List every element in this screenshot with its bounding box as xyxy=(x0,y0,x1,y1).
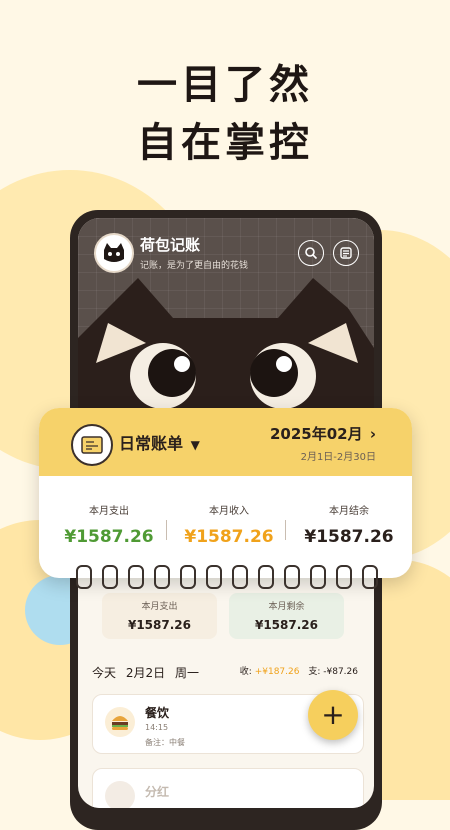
entry-category: 餐饮 xyxy=(145,706,170,720)
binder-ring xyxy=(362,565,378,589)
binder-ring xyxy=(128,565,144,589)
entry-time: 14:15 xyxy=(145,723,169,732)
today-income: +¥187.26 xyxy=(254,667,300,677)
category-icon xyxy=(105,781,135,808)
binder-ring xyxy=(206,565,222,589)
entry-category: 分红 xyxy=(145,785,170,799)
add-entry-button[interactable]: + xyxy=(308,690,358,740)
today-row: 今天 2月2日 周一 收: +¥187.26 支: -¥87.26 xyxy=(92,666,358,680)
caret-down-icon: ▼ xyxy=(190,438,200,452)
entry-note: 中餐 xyxy=(169,738,185,747)
binder-ring xyxy=(258,565,274,589)
today-weekday: 周一 xyxy=(174,666,199,680)
list-button[interactable] xyxy=(333,240,359,266)
today-date: 2月2日 xyxy=(125,666,166,680)
binder-ring xyxy=(232,565,248,589)
summary-card-expense: 本月支出 ¥1587.26 xyxy=(102,593,217,639)
stat-income: 本月收入 ¥1587.26 xyxy=(184,506,274,547)
binder-ring xyxy=(310,565,326,589)
search-icon xyxy=(305,247,318,260)
hero-title-line1: 一目了然 xyxy=(137,62,313,108)
binder-ring xyxy=(180,565,196,589)
cat-avatar-icon xyxy=(104,243,124,262)
list-icon xyxy=(340,247,352,259)
burger-icon xyxy=(105,707,135,737)
plus-icon: + xyxy=(321,698,345,731)
binder-ring xyxy=(284,565,300,589)
ledger-book-icon xyxy=(71,424,113,466)
binder-ring xyxy=(336,565,352,589)
summary-card-remaining: 本月剩余 ¥1587.26 xyxy=(229,593,344,639)
ledger-card[interactable]: 日常账单 ▼ 2025年02月 › 2月1日-2月30日 本月支出 ¥1587.… xyxy=(39,408,412,578)
month-selector[interactable]: 2025年02月 › xyxy=(270,423,376,444)
binder-ring xyxy=(102,565,118,589)
stat-balance: 本月结余 ¥1587.26 xyxy=(304,506,394,547)
binder-ring xyxy=(76,565,92,589)
today-label: 今天 xyxy=(92,666,117,680)
divider xyxy=(285,520,286,540)
binder-ring xyxy=(154,565,170,589)
month-range: 2月1日-2月30日 xyxy=(300,452,376,463)
avatar[interactable] xyxy=(94,233,134,273)
stat-expense: 本月支出 ¥1587.26 xyxy=(64,506,154,547)
divider xyxy=(166,520,167,540)
hero-title-line2: 自在掌控 xyxy=(137,120,313,166)
today-expense: -¥87.26 xyxy=(323,667,358,677)
app-title: 荷包记账 xyxy=(140,236,201,254)
search-button[interactable] xyxy=(298,240,324,266)
chevron-right-icon: › xyxy=(369,425,376,443)
ledger-selector[interactable]: 日常账单 ▼ xyxy=(119,430,200,454)
entry-item[interactable]: 分红 xyxy=(92,768,364,808)
